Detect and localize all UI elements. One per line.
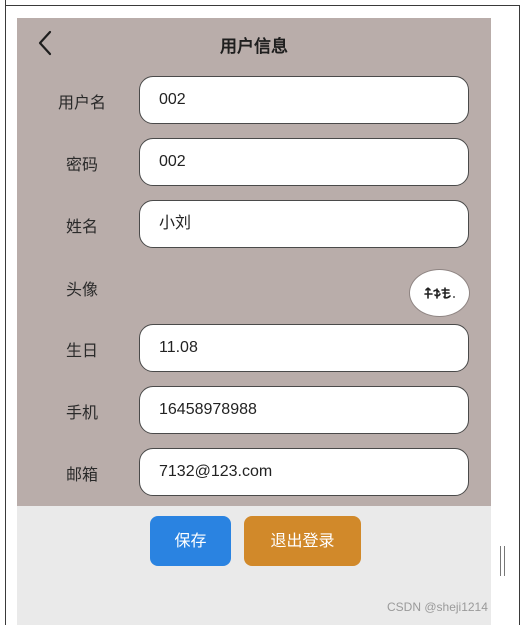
password-input[interactable]: 002	[139, 138, 469, 186]
window-border-left	[5, 0, 6, 625]
phone-label: 手机	[65, 403, 98, 422]
avatar-row: 头像	[17, 262, 491, 324]
birthday-input[interactable]: 11.08	[139, 324, 469, 372]
birthday-label: 生日	[65, 341, 98, 360]
name-label: 姓名	[65, 217, 98, 236]
email-input[interactable]: 7132@123.com	[139, 448, 469, 496]
phone-row: 手机 16458978988	[17, 386, 491, 436]
user-info-panel: 用户信息 用户名 002 密码 002 姓名 小刘 头像 生日 11.08 手机…	[17, 18, 491, 506]
email-label: 邮箱	[65, 465, 98, 484]
window-border-right	[519, 5, 520, 625]
window-border-top	[5, 5, 520, 6]
watermark-text: CSDN @sheji1214	[387, 600, 488, 614]
page-title: 用户信息	[220, 37, 288, 57]
username-row: 用户名 002	[17, 76, 491, 126]
email-row: 邮箱 7132@123.com	[17, 448, 491, 498]
name-row: 姓名 小刘	[17, 200, 491, 250]
username-label: 用户名	[57, 93, 106, 112]
phone-input[interactable]: 16458978988	[139, 386, 469, 434]
name-input[interactable]: 小刘	[139, 200, 469, 248]
header-bar: 用户信息	[17, 18, 491, 70]
avatar-image[interactable]	[409, 269, 470, 317]
avatar-handwriting-graphic	[424, 287, 455, 299]
username-input[interactable]: 002	[139, 76, 469, 124]
avatar-label: 头像	[65, 280, 98, 299]
scrollbar-handle[interactable]	[500, 546, 505, 576]
logout-button[interactable]: 退出登录	[244, 516, 361, 566]
password-label: 密码	[65, 155, 98, 174]
save-button[interactable]: 保存	[150, 516, 231, 566]
password-row: 密码 002	[17, 138, 491, 188]
birthday-row: 生日 11.08	[17, 324, 491, 374]
